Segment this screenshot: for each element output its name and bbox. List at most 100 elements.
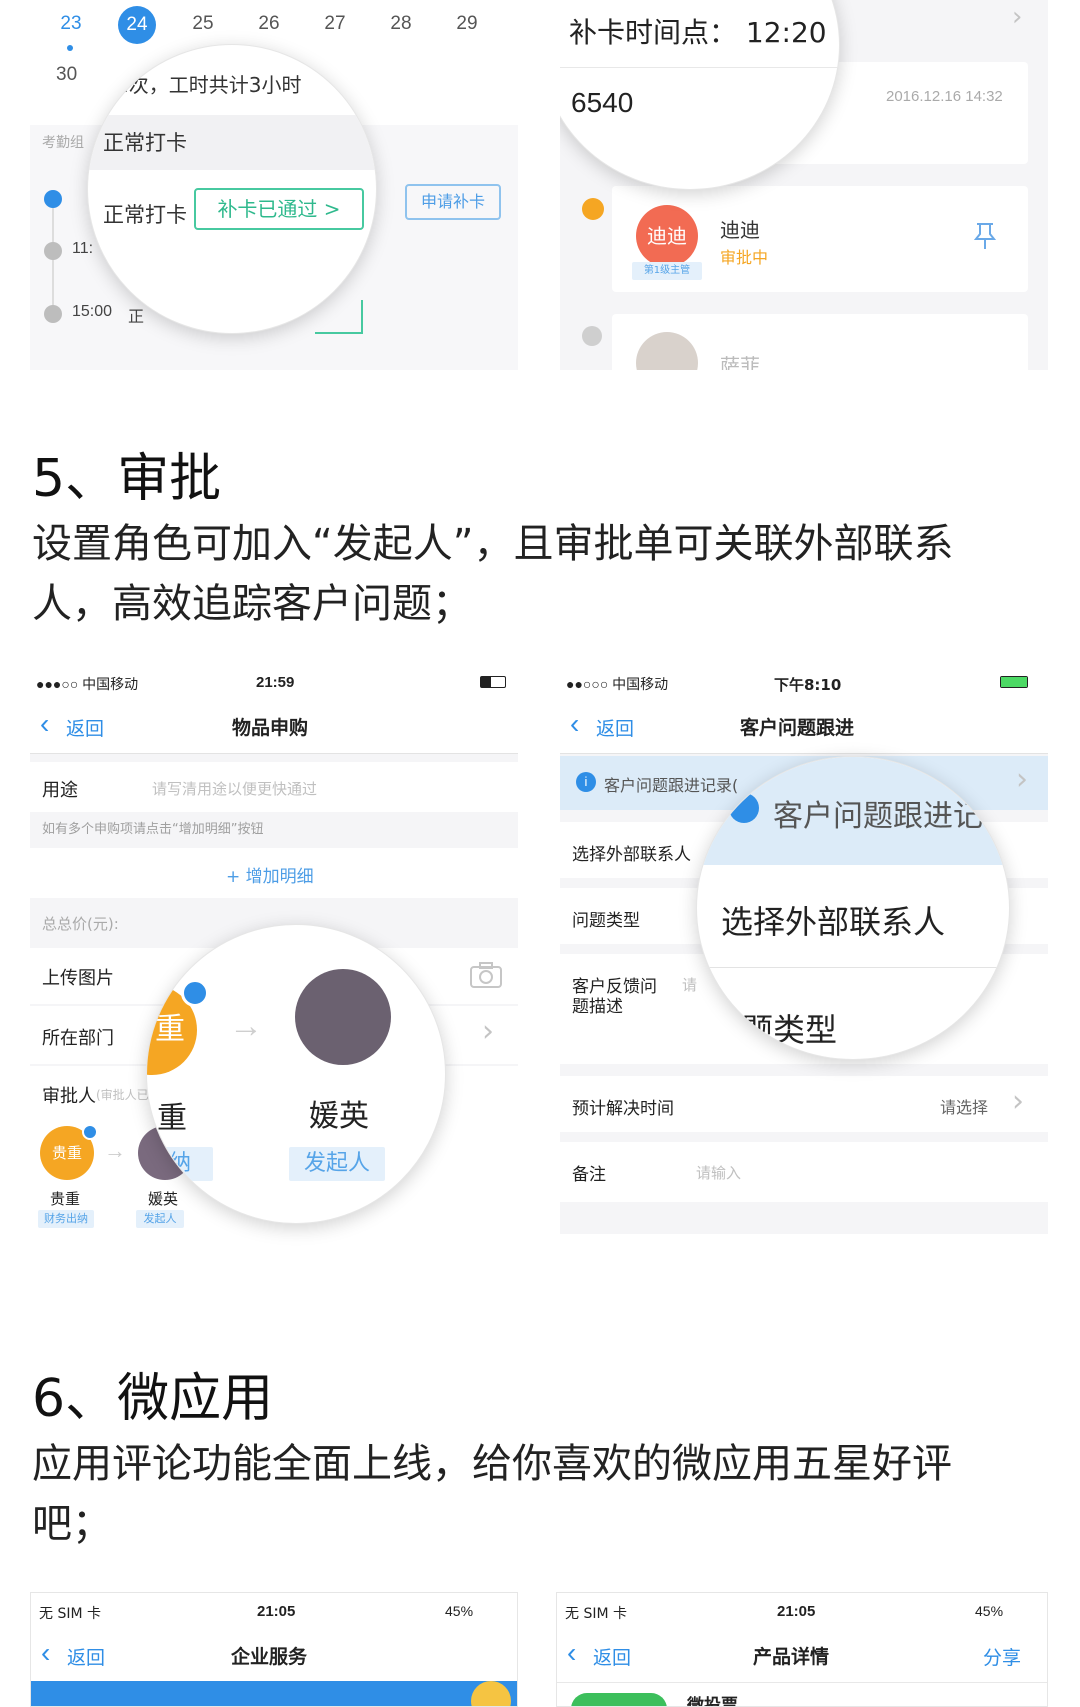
deadline-value: 请选择 — [940, 1098, 989, 1117]
lens-left-avatar-text: 重 — [155, 1012, 185, 1047]
time-2: 15:00 — [72, 303, 113, 320]
approver-name: 迪迪 — [720, 218, 760, 242]
timestamp: 2016.12.16 14:32 — [886, 88, 1003, 105]
add-detail-row: + 增加明细 — [30, 848, 518, 898]
lens-right-avatar — [295, 969, 391, 1065]
note-row[interactable]: 备注 请输入 — [560, 1142, 1048, 1202]
dept-label: 所在部门 — [42, 1028, 114, 1049]
app-name: 微投票 — [687, 1696, 738, 1707]
status-carrier: ●●●○○ 中国移动 — [36, 676, 139, 692]
back-chevron-icon[interactable]: ‹ — [41, 1637, 50, 1669]
note-input[interactable]: 请输入 — [696, 1162, 741, 1183]
desc-input[interactable]: 请 — [682, 974, 697, 995]
clock-icon-gray — [44, 242, 62, 260]
date-24-selected[interactable]: 24 — [118, 6, 156, 44]
approver-status: 审批中 — [720, 248, 769, 267]
pin-icon[interactable] — [973, 222, 997, 250]
nav-bar: ‹ 返回 客户问题跟进 — [560, 700, 1048, 754]
info-icon: i — [576, 772, 596, 792]
time-1: 11: — [72, 240, 94, 257]
lens-contact-text: 选择外部联系人 — [721, 903, 946, 941]
section5-description: 设置角色可加入“发起人”，且审批单可关联外部联系人，高效追踪客户问题； — [32, 521, 954, 627]
lens-left-name: 重 — [157, 1101, 187, 1136]
back-button[interactable]: 返回 — [66, 714, 104, 741]
normal-punch-2: 正常打卡 — [103, 203, 187, 227]
status-bar: 无 SIM 卡 21:05 45% — [557, 1593, 1047, 1629]
back-chevron-icon[interactable]: ‹ — [570, 708, 579, 740]
desc-label-2: 题描述 — [572, 997, 623, 1017]
lens-divider — [560, 67, 839, 68]
today-dot — [67, 45, 73, 51]
deadline-label: 预计解决时间 — [572, 1099, 674, 1119]
status-carrier: ●●○○○ 中国移动 — [566, 676, 669, 692]
status-left: 无 SIM 卡 — [39, 1606, 101, 1622]
customer-screen: ●●○○○ 中国移动 下午8:10 ‹ 返回 客户问题跟进 i 客户问题跟进记录… — [560, 664, 1048, 1234]
normal-punch-1: 正常打卡 — [103, 131, 187, 155]
number-partial: 6540 — [571, 87, 634, 118]
page-title: 产品详情 — [753, 1646, 830, 1668]
attendance-magnifier: 2次，工时共计3小时 正常打卡 正常打卡 补卡已通过 > — [87, 44, 377, 334]
timeline-line — [52, 205, 54, 315]
date-30[interactable]: 30 — [56, 64, 77, 86]
deadline-row[interactable]: 预计解决时间 请选择 › — [560, 1076, 1048, 1132]
status-left: 无 SIM 卡 — [565, 1606, 627, 1622]
contact-label: 选择外部联系人 — [572, 845, 691, 865]
purpose-row[interactable]: 用途 请写清用途以便更快通过 — [30, 762, 518, 812]
dept-chevron-icon: › — [482, 1014, 494, 1049]
approver-level-tag: 第1级主管 — [632, 262, 702, 280]
section6-title: 6、微应用 — [32, 1369, 274, 1429]
back-chevron-icon[interactable]: ‹ — [40, 708, 49, 740]
person2-tag: 发起人 — [136, 1210, 184, 1228]
next-approver-name: 萨菲 — [720, 354, 760, 370]
chevron-right-icon[interactable]: › — [1012, 2, 1022, 32]
status-time: 下午8:10 — [774, 676, 842, 694]
upload-label: 上传图片 — [42, 968, 114, 989]
deadline-chevron-icon: › — [1012, 1084, 1024, 1119]
makeup-passed-button[interactable]: 补卡已通过 > — [194, 188, 364, 230]
person1-avatar-text: 贵重 — [51, 1144, 82, 1162]
date-27[interactable]: 27 — [302, 6, 368, 46]
apply-makeup-button[interactable]: 申请补卡 — [405, 184, 501, 220]
camera-icon[interactable] — [470, 962, 502, 988]
page-title: 物品申购 — [232, 717, 309, 739]
purpose-input[interactable]: 请写清用途以便更快通过 — [152, 778, 317, 799]
clock-icon-blue — [44, 190, 62, 208]
page-title: 企业服务 — [231, 1646, 308, 1668]
blue-banner — [31, 1681, 517, 1706]
date-23[interactable]: 23 — [38, 6, 104, 46]
lens-banner-text: 客户问题跟进记 — [773, 799, 983, 834]
hidden-button-fragment — [315, 300, 363, 334]
status-bar: 无 SIM 卡 21:05 45% — [31, 1593, 517, 1629]
back-button[interactable]: 返回 — [67, 1643, 105, 1670]
initiator-magnifier: 重 → 重 媛英 纳 发起人 — [146, 924, 446, 1224]
lens-edit-badge-icon — [181, 979, 209, 1007]
back-button[interactable]: 返回 — [593, 1643, 631, 1670]
attendance-panel: 23 24 25 26 27 28 29 30 考勤组 11: 15:00 正 … — [30, 0, 518, 370]
lens-type-text: 题类型 — [741, 1011, 838, 1049]
calendar-dates-row: 23 24 25 26 27 28 29 — [38, 6, 518, 46]
status-bar: ●●○○○ 中国移动 下午8:10 — [560, 664, 1048, 700]
date-26[interactable]: 26 — [236, 6, 302, 46]
status-bar: ●●●○○ 中国移动 21:59 — [30, 664, 518, 700]
date-29[interactable]: 29 — [434, 6, 500, 46]
date-28[interactable]: 28 — [368, 6, 434, 46]
approver-hint: (审批人已 — [96, 1088, 149, 1102]
approver-avatar-text: 迪迪 — [647, 224, 687, 248]
edit-badge-icon — [82, 1124, 98, 1140]
back-chevron-icon[interactable]: ‹ — [567, 1637, 576, 1669]
section5-title: 5、审批 — [32, 449, 222, 509]
share-button[interactable]: 分享 — [983, 1643, 1021, 1670]
nav-bar: ‹ 返回 物品申购 — [30, 700, 518, 754]
gray-dot-icon — [582, 326, 602, 346]
person1-tag: 财务出纳 — [38, 1210, 94, 1228]
note-label: 备注 — [572, 1165, 606, 1185]
purpose-label: 用途 — [42, 780, 78, 801]
add-detail-button[interactable]: + 增加明细 — [226, 862, 314, 887]
lens-right-name: 媛英 — [309, 1099, 369, 1134]
enterprise-screen: 无 SIM 卡 21:05 45% ‹ 返回 企业服务 — [30, 1592, 518, 1707]
orange-clock-icon — [582, 198, 604, 220]
lens-left-tag: 纳 — [147, 1147, 213, 1181]
date-25[interactable]: 25 — [170, 6, 236, 46]
summary-text: 2次，工时共计3小时 — [116, 73, 302, 97]
back-button[interactable]: 返回 — [596, 714, 634, 741]
